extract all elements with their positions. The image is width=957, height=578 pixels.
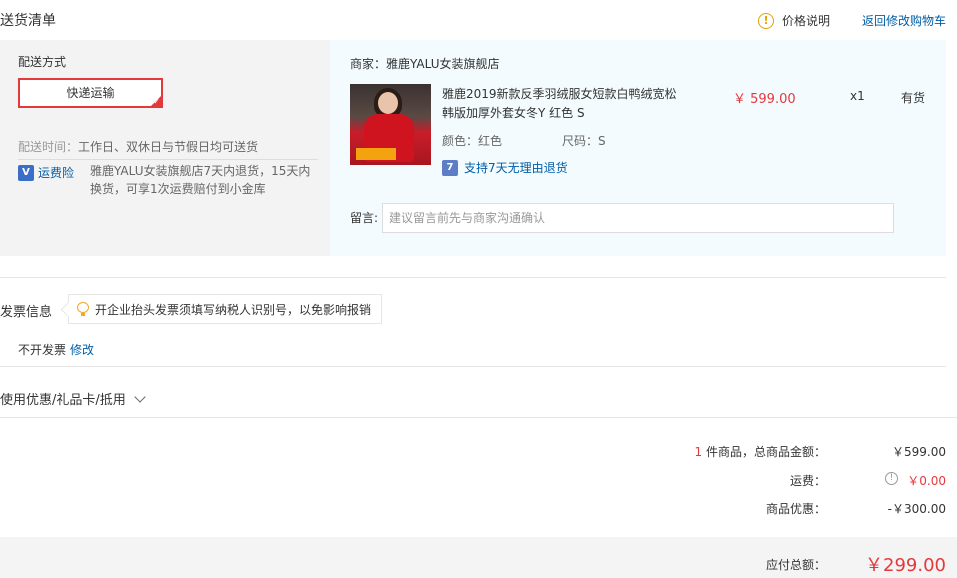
item-count-suffix: 件商品，总商品金额： [702, 445, 826, 459]
shield-icon: V [18, 164, 34, 181]
delivery-time-label: 配送时间： [18, 140, 79, 154]
freight-insurance-link[interactable]: V 运费险 [18, 164, 74, 181]
chevron-down-icon [134, 390, 146, 403]
product-price: ￥ 599.00 [733, 92, 796, 107]
return-policy-badge: 7 支持7天无理由退货 [442, 159, 568, 176]
shipping-method-label: 配送方式 [18, 55, 67, 69]
freight-insurance-desc: 雅鹿YALU女装旗舰店7天内退货，15天内换货，可享1次运费赔付到小金库 [90, 164, 311, 196]
coupon-label: 使用优惠/礼品卡/抵用 [0, 393, 126, 408]
invoice-state-value: 不开发票 [18, 343, 67, 357]
return-cart-link[interactable]: 返回修改购物车 [862, 12, 946, 29]
discount-label: 商品优惠： [765, 502, 826, 516]
product-quantity: x1 [850, 89, 865, 103]
stock-status: 有货 [901, 91, 926, 105]
lightbulb-icon [77, 302, 89, 316]
divider [0, 366, 946, 367]
warning-icon: ! [758, 12, 774, 29]
goods-total-value: ￥599.00 [892, 445, 946, 459]
freight-label: 运费： [789, 474, 826, 488]
discount-value: -￥300.00 [887, 502, 946, 516]
invoice-state: 不开发票 修改 [18, 341, 94, 358]
thumb-face [378, 92, 398, 114]
seller-message-input[interactable] [382, 203, 894, 233]
seven-day-icon: 7 [442, 159, 458, 176]
product-name-link[interactable]: 雅鹿2019新款反季羽绒服女短款白鸭绒宽松韩版加厚外套女冬Y 红色 S [442, 85, 682, 123]
product-color: 颜色：红色 [442, 134, 503, 148]
product-thumbnail[interactable] [350, 84, 431, 165]
thumb-tag [356, 148, 396, 160]
payable-value: ￥299.00 [865, 555, 946, 576]
freight-insurance-label: 运费险 [38, 166, 75, 180]
product-size: 尺码：S [562, 134, 606, 148]
divider [0, 277, 946, 278]
payable-label: 应付总额： [765, 558, 826, 572]
goods-total-label: 1 件商品，总商品金额： [695, 443, 826, 460]
freight-value: ￥0.00 [907, 474, 946, 488]
express-shipping-button[interactable]: 快递运输 ✓ [18, 78, 163, 108]
delivery-time: 配送时间：工作日、双休日与节假日均可送货 [18, 138, 258, 155]
price-note-link[interactable]: ! 价格说明 [758, 12, 830, 29]
invoice-tip: 开企业抬头发票须填写纳税人识别号，以免影响报销 [68, 294, 383, 324]
invoice-edit-link[interactable]: 修改 [70, 341, 94, 358]
divider [18, 159, 318, 160]
page-title: 送货清单 [0, 13, 56, 29]
delivery-time-value: 工作日、双休日与节假日均可送货 [78, 140, 259, 154]
coupon-toggle[interactable]: 使用优惠/礼品卡/抵用 [0, 389, 146, 408]
check-icon: ✓ [153, 97, 160, 106]
seller-name: 商家：雅鹿YALU女装旗舰店 [350, 57, 500, 71]
invoice-tip-text: 开企业抬头发票须填写纳税人识别号，以免影响报销 [95, 302, 372, 317]
price-note-label: 价格说明 [782, 14, 831, 28]
return-policy-label: 支持7天无理由退货 [464, 161, 568, 175]
divider [0, 417, 957, 418]
message-label: 留言: [350, 211, 379, 225]
info-icon[interactable]: ! [885, 472, 898, 485]
invoice-title: 发票信息 [0, 305, 53, 320]
express-shipping-label: 快递运输 [66, 86, 115, 100]
